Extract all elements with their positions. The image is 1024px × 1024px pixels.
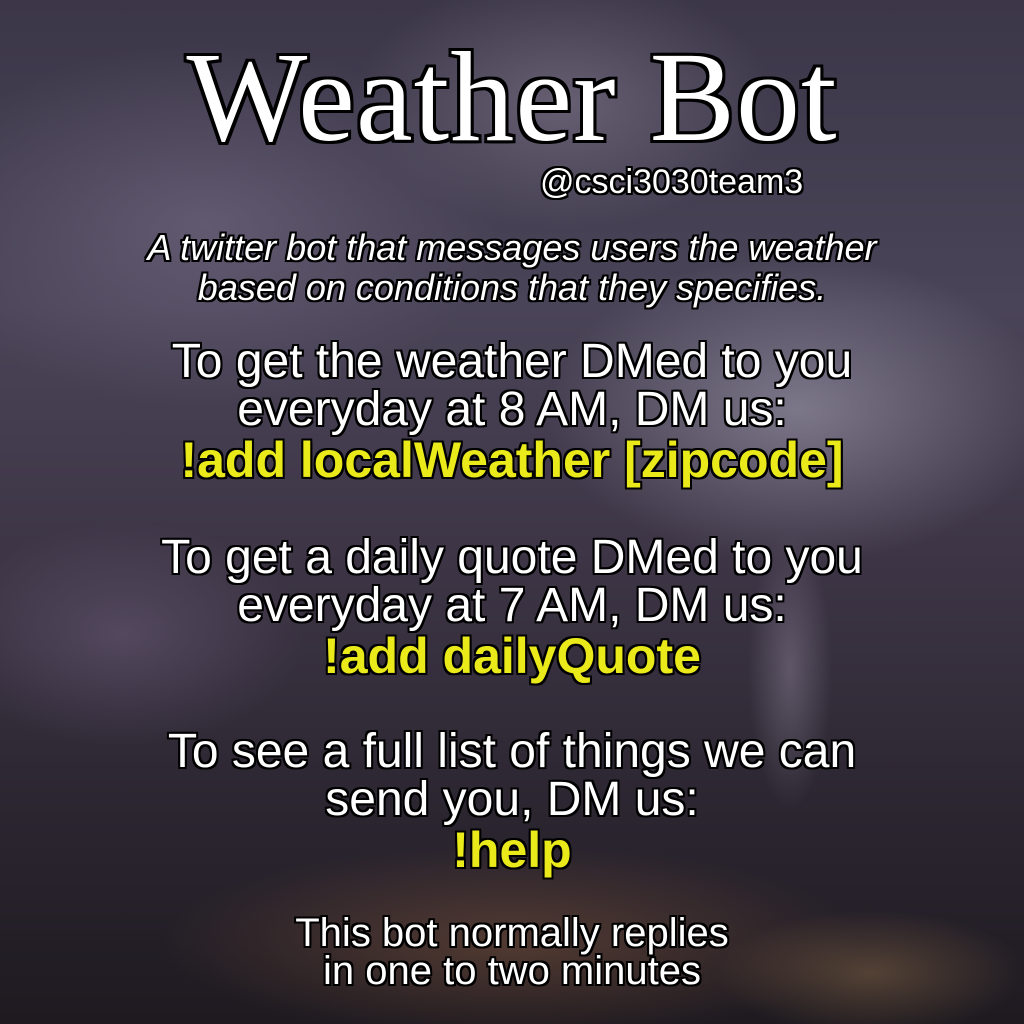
footer-line-1: This bot normally replies	[295, 911, 729, 955]
instruction-daily-quote: To get a daily quote DMed to you everyda…	[0, 531, 1024, 684]
description-line-1: A twitter bot that messages users the we…	[147, 227, 877, 268]
description-line-2: based on conditions that they specifies.	[197, 267, 827, 308]
instruction-line-2: everyday at 7 AM, DM us:	[237, 579, 787, 632]
twitter-handle: @csci3030team3	[540, 163, 804, 201]
instruction-line-1: To get the weather DMed to you	[171, 335, 853, 388]
instruction-local-weather: To get the weather DMed to you everyday …	[0, 335, 1024, 488]
reply-time-note: This bot normally replies in one to two …	[0, 911, 1024, 993]
instruction-line-2: everyday at 8 AM, DM us:	[237, 383, 787, 436]
poster-content: Weather Bot @csci3030team3 A twitter bot…	[0, 0, 1024, 1024]
command-daily-quote: !add dailyQuote	[323, 628, 701, 684]
page-title: Weather Bot	[186, 26, 838, 168]
bot-description: A twitter bot that messages users the we…	[0, 228, 1024, 308]
command-help: !help	[452, 822, 572, 878]
command-local-weather: !add localWeather [zipcode]	[180, 432, 844, 488]
instruction-help: To see a full list of things we can send…	[0, 725, 1024, 878]
instruction-line-1: To see a full list of things we can	[167, 725, 857, 778]
instruction-line-1: To get a daily quote DMed to you	[161, 531, 863, 584]
footer-line-2: in one to two minutes	[323, 949, 701, 993]
instruction-line-2: send you, DM us:	[325, 773, 699, 826]
